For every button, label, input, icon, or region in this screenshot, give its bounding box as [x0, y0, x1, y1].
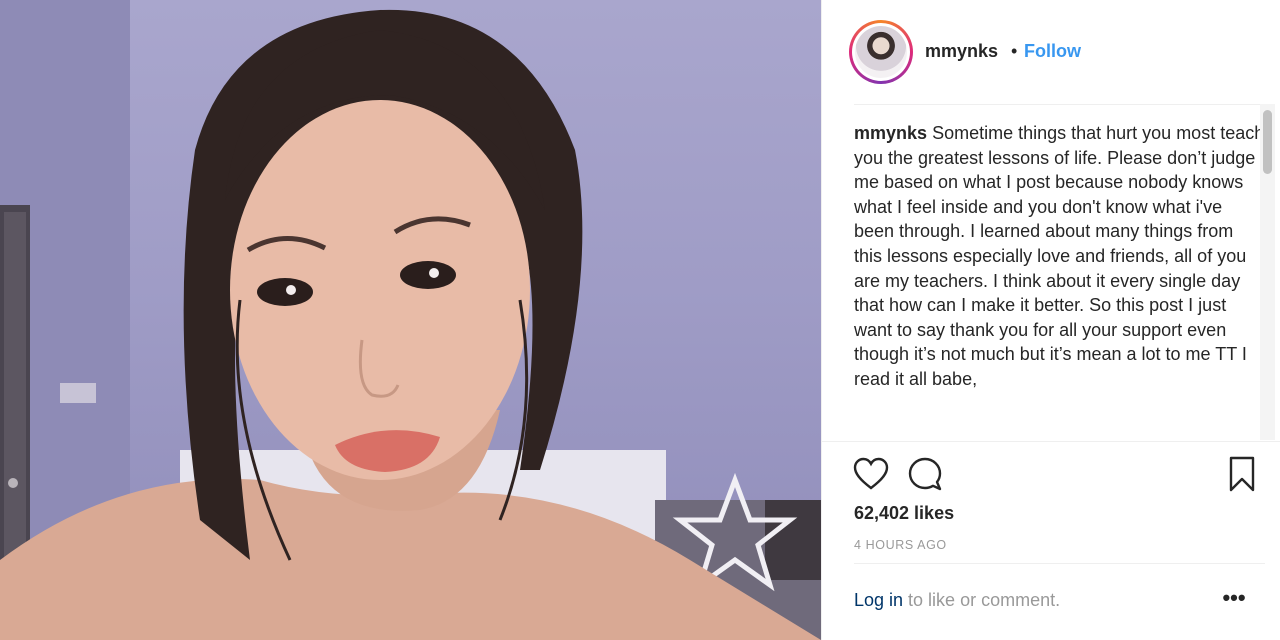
login-prompt-text: to like or comment.: [903, 590, 1061, 610]
post-timestamp[interactable]: 4 HOURS AGO: [854, 538, 947, 552]
caption-area: mmynks Sometime things that hurt you mos…: [854, 121, 1266, 441]
portrait-photo: [0, 0, 821, 640]
login-link[interactable]: Log in: [854, 590, 903, 610]
avatar[interactable]: [849, 20, 913, 84]
header-separator: •: [1011, 41, 1018, 61]
follow-button[interactable]: Follow: [1024, 41, 1081, 62]
comment-icon[interactable]: [906, 455, 944, 493]
scrollbar-thumb[interactable]: [1263, 110, 1272, 174]
caption-text: Sometime things that hurt you most teach…: [854, 123, 1265, 389]
heart-icon[interactable]: [852, 455, 890, 493]
caption-username[interactable]: mmynks: [854, 123, 927, 143]
more-options-icon[interactable]: •••: [1219, 583, 1249, 613]
caption-scrollbar[interactable]: [1260, 104, 1275, 440]
avatar-image: [855, 26, 907, 78]
divider: [822, 441, 1280, 442]
header-username[interactable]: mmynks: [925, 41, 998, 62]
login-prompt: Log in to like or comment.: [854, 590, 1060, 611]
divider: [854, 563, 1265, 564]
divider: [854, 104, 1265, 105]
likes-count[interactable]: 62,402 likes: [854, 503, 954, 524]
post-photo[interactable]: [0, 0, 821, 640]
action-bar: [852, 455, 1255, 495]
post-side-panel: mmynks • Follow mmynks Sometime things t…: [821, 0, 1280, 640]
bookmark-icon[interactable]: [1223, 455, 1261, 493]
post-header: mmynks • Follow: [822, 0, 1280, 104]
